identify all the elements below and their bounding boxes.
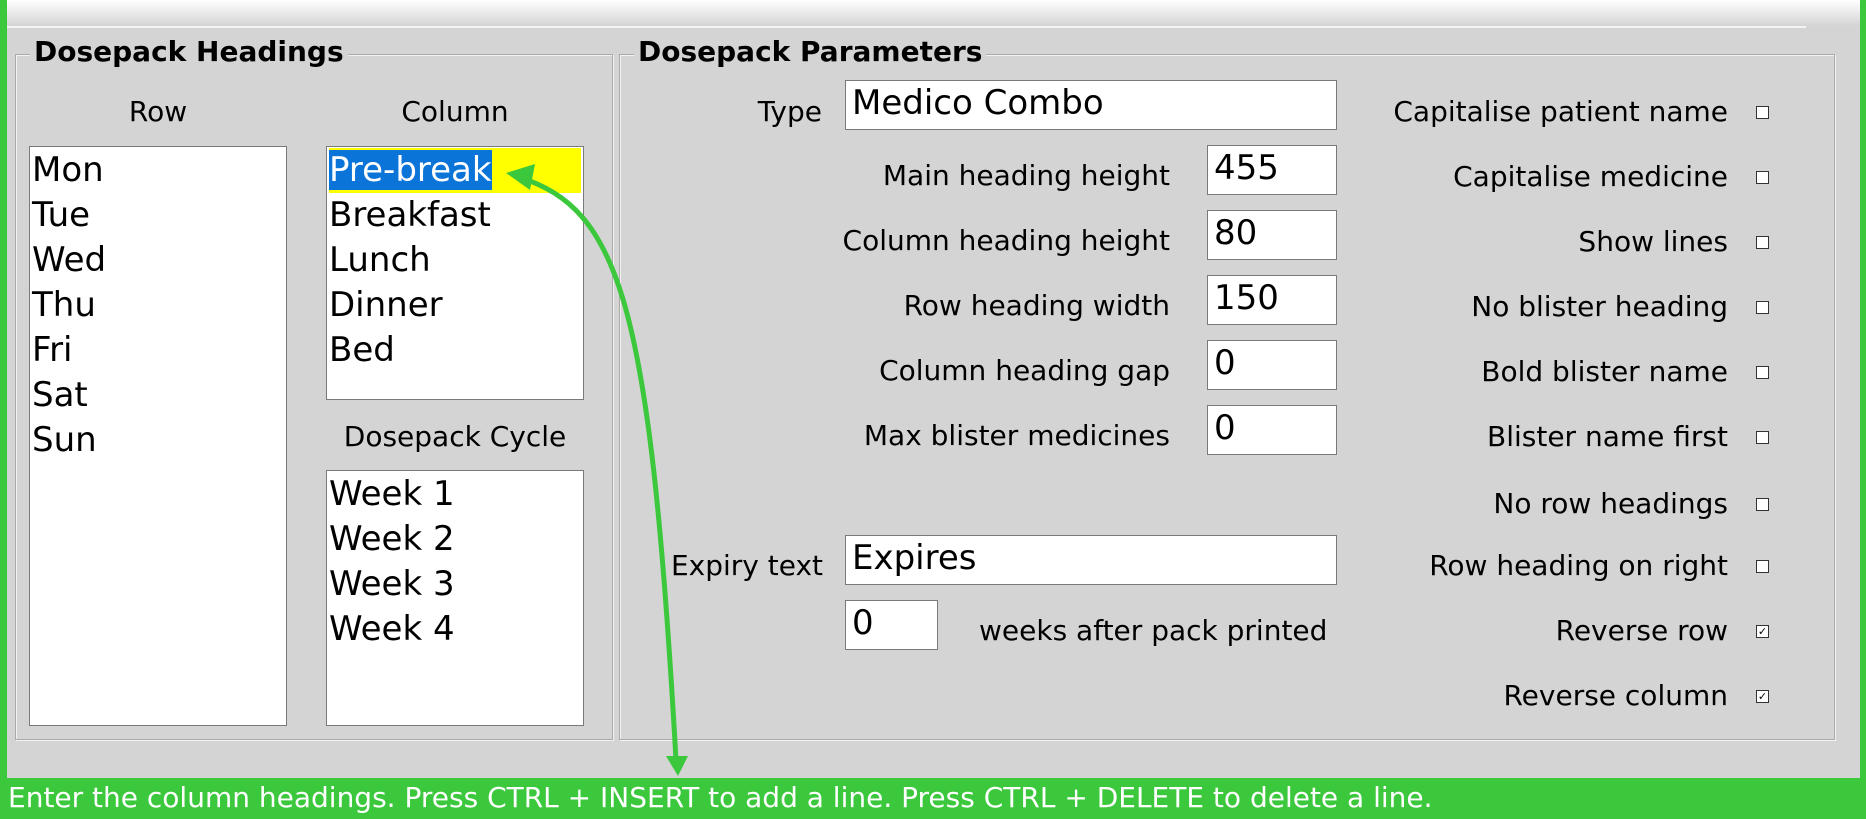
- annotation-arrow: [506, 164, 688, 776]
- status-bar: Enter the column headings. Press CTRL + …: [7, 778, 1860, 819]
